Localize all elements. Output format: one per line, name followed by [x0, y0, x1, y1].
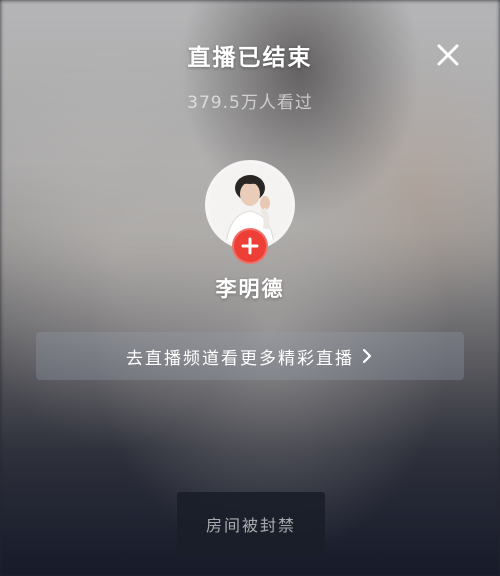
live-channel-link[interactable]: 去直播频道看更多精彩直播: [36, 332, 464, 380]
room-banned-label: 房间被封禁: [205, 516, 296, 535]
streamer-name: 李明德: [215, 277, 285, 301]
chevron-right-icon: [362, 348, 372, 364]
plus-icon: [241, 237, 259, 255]
close-icon: [437, 44, 459, 66]
follow-button[interactable]: [232, 228, 268, 264]
close-button[interactable]: [428, 36, 468, 76]
live-channel-link-label: 去直播频道看更多精彩直播: [126, 348, 354, 369]
page-title: 直播已结束: [187, 45, 313, 71]
room-banned-badge: 房间被封禁: [177, 492, 325, 556]
viewer-count: 379.5万人看过: [187, 93, 313, 113]
streamer-avatar-group: [205, 160, 295, 264]
